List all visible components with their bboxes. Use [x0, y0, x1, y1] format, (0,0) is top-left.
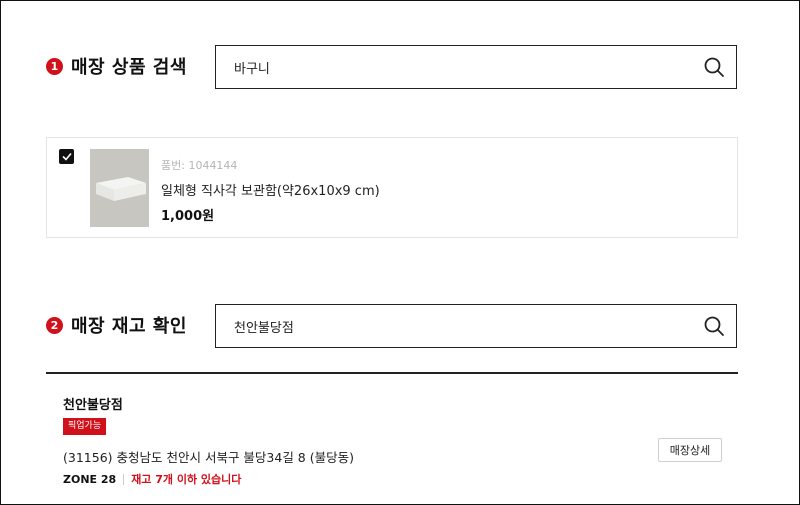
product-search-title: 매장 상품 검색	[71, 57, 187, 78]
search-icon	[704, 316, 724, 336]
product-card[interactable]: 품번: 1044144 일체형 직사각 보관함(약26x10x9 cm) 1,0…	[46, 137, 738, 238]
store-search-input[interactable]	[216, 305, 692, 347]
stock-check-heading: 2 매장 재고 확인	[46, 312, 187, 338]
zone-label: ZONE 28	[63, 472, 117, 486]
product-checkbox[interactable]	[59, 149, 74, 164]
store-search-button[interactable]	[692, 304, 736, 348]
stock-info: ZONE 28 재고 7개 이하 있습니다	[63, 471, 241, 487]
stock-check-title: 매장 재고 확인	[71, 316, 187, 337]
product-search-heading: 1 매장 상품 검색	[46, 53, 187, 79]
store-search-box	[215, 304, 737, 348]
step-badge-2: 2	[46, 316, 63, 334]
store-detail-button[interactable]: 매장상세	[658, 438, 722, 462]
check-icon	[61, 152, 72, 161]
search-icon	[704, 57, 724, 77]
stock-status: 재고 7개 이하 있습니다	[131, 473, 242, 486]
product-code: 품번: 1044144	[161, 159, 238, 172]
product-search-input[interactable]	[216, 46, 692, 88]
product-name[interactable]: 일체형 직사각 보관함(약26x10x9 cm)	[161, 180, 380, 199]
pickup-badge: 픽업가능	[63, 418, 107, 435]
product-image[interactable]	[90, 149, 149, 227]
store-address: (31156) 충청남도 천안시 서북구 불당34길 8 (불당동)	[63, 450, 354, 465]
separator	[123, 473, 125, 485]
product-search-box	[215, 45, 737, 89]
product-search-button[interactable]	[692, 45, 736, 89]
divider	[46, 372, 738, 374]
store-name: 천안불당점	[63, 398, 123, 413]
step-badge-1: 1	[46, 57, 63, 75]
product-price: 1,000원	[161, 209, 215, 224]
